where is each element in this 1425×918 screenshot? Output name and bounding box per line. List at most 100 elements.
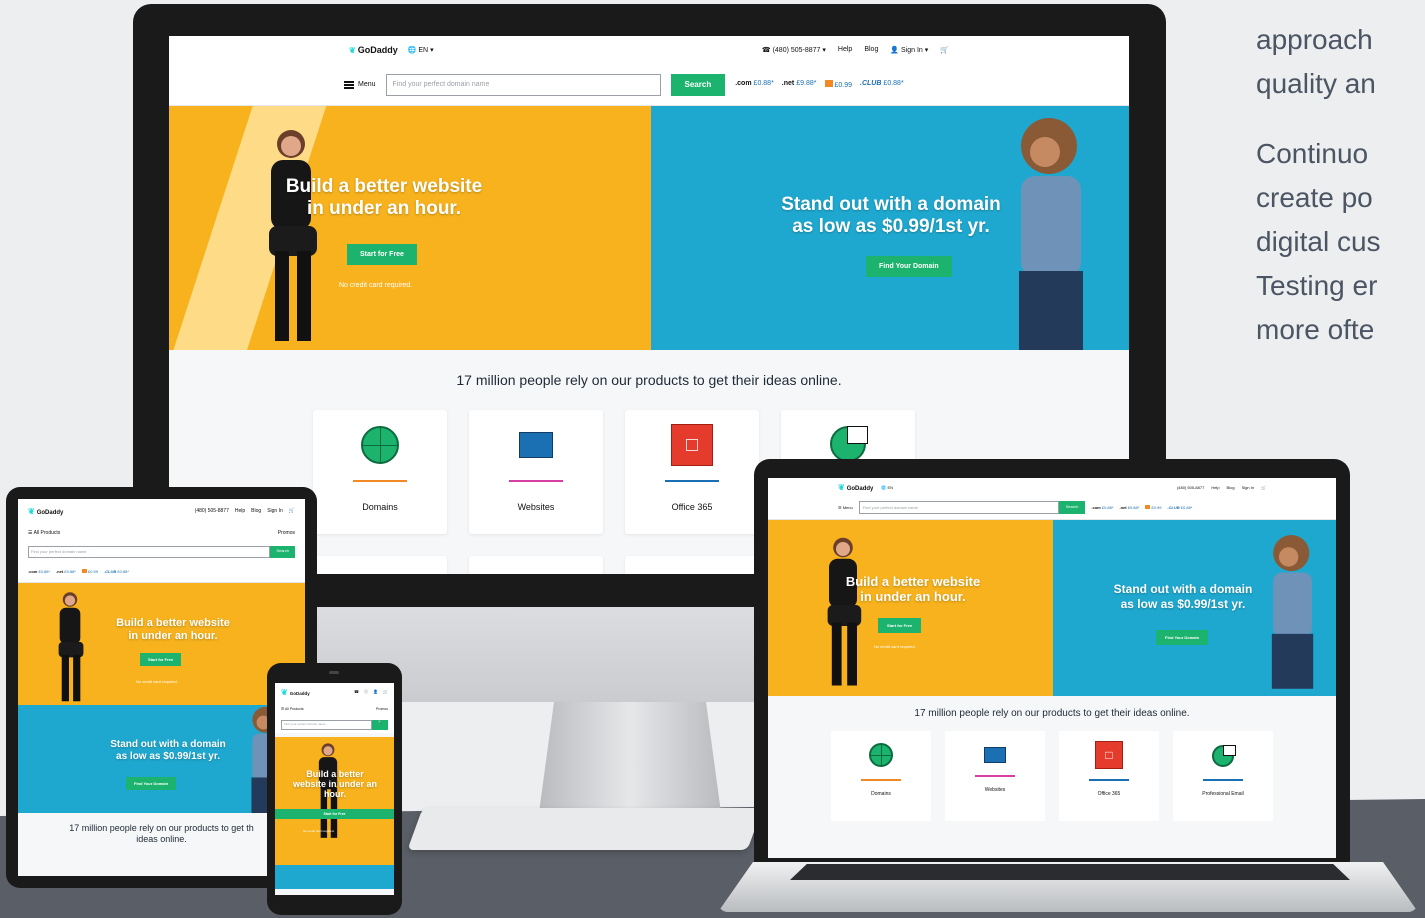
menu-label: Menu: [358, 81, 376, 88]
tld-price-list: .com £0.88* .net £9.88* £0.99 .CLUB £0.88*: [735, 80, 904, 89]
hamburger-icon: [344, 80, 354, 89]
find-your-domain-button[interactable]: Find Your Domain: [866, 256, 952, 277]
card-accent: [509, 480, 563, 482]
tld-item[interactable]: £0.99: [81, 569, 98, 574]
product-card[interactable]: [625, 556, 759, 574]
domain-search-input[interactable]: Find your perfect domain name: [385, 73, 661, 96]
website-hero: Build a better website in under an hour.…: [169, 106, 651, 350]
find-your-domain-button[interactable]: Find Your Domain: [126, 777, 177, 790]
product-card[interactable]: [469, 556, 603, 574]
website-icon: [519, 432, 553, 458]
domain-hero: Stand out with a domain as low as $0.99/…: [651, 106, 1129, 350]
menu-button[interactable]: ☰ Menu: [838, 505, 853, 510]
tagline: 17 million people rely on our products t…: [914, 708, 1190, 719]
lang-label: EN: [887, 484, 894, 490]
product-card-websites[interactable]: Websites: [945, 731, 1045, 821]
start-for-free-button[interactable]: Start for Free: [275, 809, 394, 819]
product-card-office[interactable]: □ Office 365: [625, 410, 759, 534]
tld-item[interactable]: £0.99: [824, 80, 852, 89]
product-card-domains[interactable]: Domains: [313, 410, 447, 534]
start-for-free-button[interactable]: Start for Free: [140, 653, 182, 666]
phone-link[interactable]: (480) 505-8877: [195, 508, 229, 514]
hero-left-title: Build a better website in under an hour.: [845, 574, 981, 604]
product-label: Websites: [517, 502, 555, 512]
blog-link[interactable]: Blog: [864, 46, 878, 54]
language-selector[interactable]: 🌐 EN: [881, 485, 893, 490]
product-card[interactable]: [313, 556, 447, 574]
domain-search-input[interactable]: Find your perfect domain name: [858, 501, 1059, 514]
tld-item[interactable]: .CLUB £0.88*: [1167, 505, 1192, 510]
phone-link[interactable]: ☎ (480) 505-8877 ▾: [762, 46, 826, 54]
phone-link[interactable]: (480) 505-8877: [1177, 485, 1204, 490]
laptop-device: GoDaddy 🌐 EN (480) 505-8877 Help Blog Si…: [754, 459, 1350, 871]
tld-item[interactable]: .CLUB £0.88*: [104, 569, 129, 574]
product-card-office[interactable]: □ Office 365: [1059, 731, 1159, 821]
search-button[interactable]: Search: [270, 546, 295, 558]
search-button[interactable]: 🔍: [372, 720, 388, 730]
help-link[interactable]: Help: [1211, 485, 1219, 490]
office-icon: □: [671, 424, 713, 466]
sign-in-link[interactable]: 👤 Sign In ▾: [890, 46, 928, 54]
search-button[interactable]: Search: [1058, 501, 1086, 514]
find-your-domain-button[interactable]: Find Your Domain: [1156, 630, 1209, 645]
tld-item[interactable]: .com £0.88*: [735, 80, 774, 89]
product-label: Office 365: [1097, 791, 1121, 797]
phone-device: GoDaddy ☎ ⓘ 👤 🛒 ☰ All Products Promos Fi…: [267, 663, 402, 915]
godaddy-logo[interactable]: GoDaddy: [281, 688, 310, 697]
godaddy-logo[interactable]: GoDaddy: [349, 45, 398, 55]
user-icon[interactable]: 👤: [373, 689, 378, 695]
no-credit-card-note: No credit card required.: [339, 282, 413, 289]
domain-search-input[interactable]: Find your perfect domain name: [281, 720, 372, 730]
blog-link[interactable]: Blog: [251, 508, 261, 514]
tld-item[interactable]: .com £0.88*: [1091, 505, 1113, 510]
search-button[interactable]: Search: [670, 73, 726, 96]
sign-in-label: Sign In: [901, 47, 923, 54]
product-label: Websites: [984, 787, 1006, 793]
start-for-free-button[interactable]: Start for Free: [347, 244, 417, 265]
office-icon: □: [1095, 741, 1123, 769]
sign-in-link[interactable]: Sign In: [1242, 485, 1254, 490]
tld-item[interactable]: .net £9.88*: [56, 569, 76, 574]
start-for-free-button[interactable]: Start for Free: [878, 618, 922, 633]
promos-link[interactable]: Promos: [278, 530, 295, 536]
menu-button[interactable]: Menu: [344, 80, 376, 89]
no-credit-card-note: No credit card required.: [303, 829, 335, 833]
tld-badge-icon: [1145, 505, 1151, 509]
help-link[interactable]: Help: [235, 508, 245, 514]
all-products-button[interactable]: ☰ All Products: [281, 707, 304, 711]
hero-left-title: Build a better website in under an hour.: [116, 617, 230, 642]
hero-banner: Build a better website in under an hour.…: [169, 106, 1129, 350]
product-card-websites[interactable]: Websites: [469, 410, 603, 534]
blog-link[interactable]: Blog: [1227, 485, 1235, 490]
promos-link[interactable]: Promos: [376, 707, 388, 711]
woman-photo: [58, 592, 84, 702]
phone-label: (480) 505-8877: [772, 47, 821, 54]
laptop-top-links: (480) 505-8877 Help Blog Sign In 🛒: [1177, 485, 1266, 490]
side-line: more ofte: [1256, 314, 1375, 345]
help-icon[interactable]: ⓘ: [364, 689, 368, 695]
cart-icon[interactable]: 🛒: [1261, 485, 1266, 490]
woman-photo: [827, 537, 862, 686]
product-label: Professional Email: [1202, 791, 1244, 797]
laptop-top-bar: GoDaddy 🌐 EN (480) 505-8877 Help Blog Si…: [768, 478, 1336, 496]
godaddy-logo[interactable]: GoDaddy: [28, 507, 64, 516]
all-products-label: All Products: [33, 530, 61, 536]
phone-icon[interactable]: ☎: [354, 689, 359, 695]
language-selector[interactable]: 🌐 EN ▾: [408, 46, 434, 54]
tld-item[interactable]: .com £0.88*: [28, 569, 50, 574]
godaddy-logo[interactable]: GoDaddy: [838, 483, 874, 492]
all-products-button[interactable]: ☰ All Products: [28, 530, 60, 536]
cart-icon[interactable]: 🛒: [383, 689, 388, 695]
tld-item[interactable]: £0.99: [1145, 505, 1161, 510]
cart-icon[interactable]: 🛒: [289, 508, 295, 514]
phone-speaker: [329, 671, 339, 674]
tld-item[interactable]: .net £9.88*: [1119, 505, 1139, 510]
domain-search-input[interactable]: Find your perfect domain name: [28, 546, 271, 558]
product-card-email[interactable]: Professional Email: [1173, 731, 1273, 821]
product-card-domains[interactable]: Domains: [831, 731, 931, 821]
tld-item[interactable]: .net £9.88*: [782, 80, 817, 89]
tld-item[interactable]: .CLUB £0.88*: [860, 80, 904, 89]
sign-in-link[interactable]: Sign In: [267, 508, 283, 514]
help-link[interactable]: Help: [838, 46, 852, 54]
cart-icon[interactable]: 🛒: [940, 46, 949, 54]
